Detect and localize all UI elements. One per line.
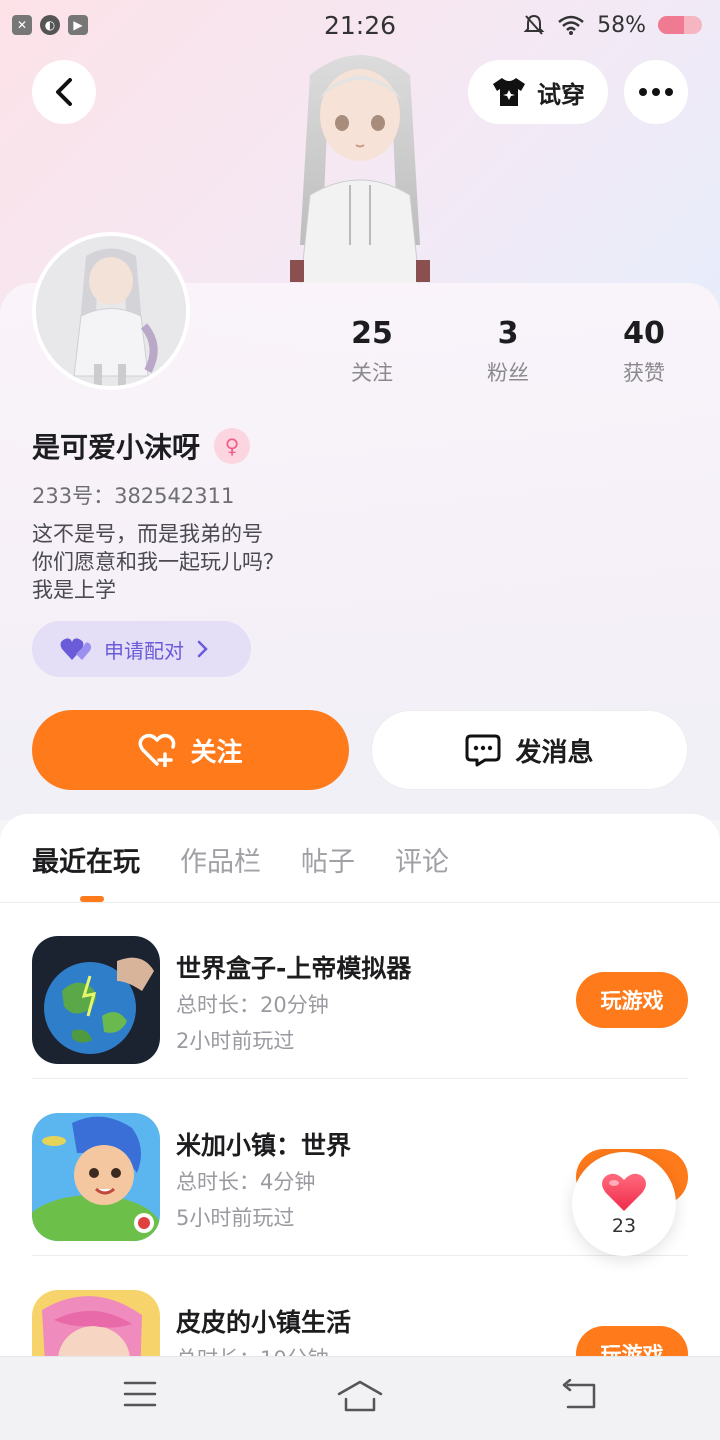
status-bar: ✕ ◐ ▶ 21:26 58% xyxy=(0,0,720,50)
system-nav-bar xyxy=(0,1356,720,1440)
try-on-button[interactable]: 试穿 xyxy=(468,60,608,124)
stat-following-value: 25 xyxy=(351,316,393,351)
video-app-icon: ▶ xyxy=(68,15,88,35)
tab-works[interactable]: 作品栏 xyxy=(180,840,261,879)
bio-line: 这不是号，而是我弟的号 xyxy=(32,522,263,546)
game-row[interactable]: 世界盒子-上帝模拟器 总时长：20分钟 2小时前玩过 玩游戏 xyxy=(32,903,688,1079)
bell-muted-icon xyxy=(523,14,545,35)
bio-line: 你们愿意和我一起玩儿吗？ xyxy=(32,550,284,574)
game-name: 皮皮的小镇生活 xyxy=(176,1308,352,1337)
game-last-played: 2小时前玩过 xyxy=(176,1029,295,1053)
message-button[interactable]: 发消息 xyxy=(371,710,688,790)
chat-bubble-icon xyxy=(465,734,501,767)
game-duration: 总时长：4分钟 xyxy=(176,1170,316,1194)
follow-button[interactable]: 关注 xyxy=(32,710,349,790)
message-label: 发消息 xyxy=(515,737,594,768)
game-row[interactable]: 皮皮的小镇生活 总时长：10分钟 玩游戏 xyxy=(32,1257,688,1356)
close-notification-icon: ✕ xyxy=(12,15,32,35)
tab-posts[interactable]: 帖子 xyxy=(301,840,355,879)
battery-icon xyxy=(658,16,702,34)
back-button[interactable] xyxy=(32,60,96,124)
battery-percent: 58% xyxy=(597,12,646,38)
match-request-label: 申请配对 xyxy=(104,638,184,663)
game-duration: 总时长：20分钟 xyxy=(176,993,329,1017)
planet-app-icon: ◐ xyxy=(40,15,60,35)
nickname-row: 是可爱小沫呀 ♀ xyxy=(32,426,251,466)
stat-likes-value: 40 xyxy=(623,316,665,351)
game-last-played: 5小时前玩过 xyxy=(176,1206,295,1230)
avatar-image xyxy=(36,236,186,386)
follow-label: 关注 xyxy=(190,737,243,768)
game-name: 米加小镇：世界 xyxy=(176,1131,352,1160)
avatar[interactable] xyxy=(32,232,190,390)
like-count: 23 xyxy=(611,1215,637,1237)
floating-like-button[interactable]: 23 xyxy=(572,1152,676,1256)
stat-following-label: 关注 xyxy=(351,361,393,385)
stat-likes-label: 获赞 xyxy=(623,361,665,385)
game-icon-pipi-town[interactable] xyxy=(32,1290,160,1356)
game-icon-worldbox[interactable] xyxy=(32,936,160,1064)
play-game-button[interactable]: 玩游戏 xyxy=(576,1326,688,1356)
try-on-label: 试穿 xyxy=(537,80,585,109)
heart-pair-icon xyxy=(60,638,92,660)
stat-likes[interactable]: 40 获赞 xyxy=(584,316,704,387)
tab-bar: 最近在玩 作品栏 帖子 评论 xyxy=(32,840,449,879)
stat-fans-value: 3 xyxy=(497,316,519,351)
row-divider xyxy=(32,1255,688,1256)
more-button[interactable] xyxy=(624,60,688,124)
chevron-right-icon xyxy=(197,640,208,658)
wifi-icon xyxy=(558,15,584,35)
back-icon[interactable] xyxy=(560,1379,598,1411)
content-section: 最近在玩 作品栏 帖子 评论 世界盒子-上帝模拟器 总时长：20分钟 2小时前玩… xyxy=(0,814,720,1356)
play-game-button[interactable]: 玩游戏 xyxy=(576,972,688,1028)
battery-level xyxy=(658,16,684,34)
bio: 这不是号，而是我弟的号 你们愿意和我一起玩儿吗？ 我是上学 xyxy=(32,520,284,604)
heart-icon xyxy=(602,1173,646,1211)
tab-comments[interactable]: 评论 xyxy=(395,840,449,879)
character-illustration xyxy=(290,55,430,290)
back-arrow-icon xyxy=(56,78,72,106)
female-icon: ♀ xyxy=(214,428,251,464)
game-duration: 总时长：10分钟 xyxy=(176,1343,329,1356)
heart-plus-icon xyxy=(138,733,176,767)
game-icon-miga-town[interactable] xyxy=(32,1113,160,1241)
menu-icon[interactable] xyxy=(122,1379,158,1409)
row-divider xyxy=(32,1078,688,1079)
match-request-button[interactable]: 申请配对 xyxy=(32,621,251,677)
stat-fans-label: 粉丝 xyxy=(487,361,529,385)
user-id: 233号：382542311 xyxy=(32,484,235,508)
stat-following[interactable]: 25 关注 xyxy=(312,316,432,387)
nickname: 是可爱小沫呀 xyxy=(32,431,201,464)
tshirt-icon xyxy=(493,78,525,106)
home-icon[interactable] xyxy=(336,1379,384,1413)
stat-fans[interactable]: 3 粉丝 xyxy=(448,316,568,387)
more-dots-icon xyxy=(639,88,673,96)
bio-line: 我是上学 xyxy=(32,578,116,602)
tab-recent-played[interactable]: 最近在玩 xyxy=(32,840,140,879)
game-name: 世界盒子-上帝模拟器 xyxy=(176,954,412,983)
